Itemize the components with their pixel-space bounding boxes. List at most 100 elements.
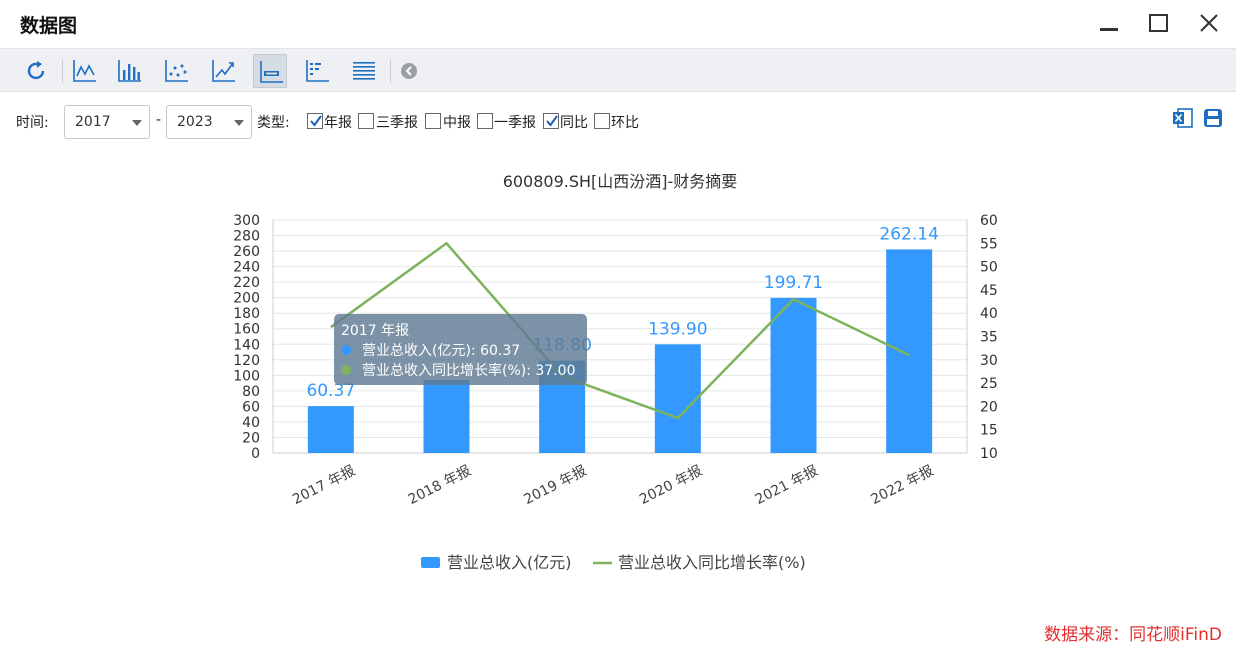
combo-chart: 600809.SH[山西汾酒]-财务摘要02040608010012014016… bbox=[233, 172, 998, 572]
data-source: 数据来源：同花顺iFinD bbox=[1044, 625, 1222, 645]
data-table-icon bbox=[306, 60, 329, 82]
from-year-select[interactable]: 2017 bbox=[64, 105, 150, 139]
legend-bar-swatch bbox=[421, 557, 440, 568]
chevron-left-circle-icon bbox=[401, 63, 417, 79]
left-axis-tick-label: 200 bbox=[233, 291, 260, 307]
option-label-q3: 三季报 bbox=[376, 115, 418, 131]
bar-chart-icon bbox=[118, 60, 141, 82]
collapse-button[interactable] bbox=[393, 54, 427, 88]
left-axis-tick-label: 0 bbox=[251, 446, 260, 462]
scatter-chart-button[interactable] bbox=[159, 54, 193, 88]
right-axis-tick-label: 35 bbox=[980, 330, 998, 346]
check-icon bbox=[310, 115, 322, 127]
checkbox-qoq[interactable] bbox=[594, 113, 610, 129]
left-axis-tick-label: 240 bbox=[233, 260, 260, 276]
chart-toolbar bbox=[0, 48, 1236, 92]
right-axis-tick-label: 30 bbox=[980, 353, 998, 369]
time-label: 时间: bbox=[16, 115, 49, 131]
left-axis-tick-label: 160 bbox=[233, 322, 260, 338]
revenue-bar bbox=[770, 297, 817, 453]
left-axis-tick-label: 280 bbox=[233, 229, 260, 245]
option-label-qoq: 环比 bbox=[611, 115, 639, 131]
maximize-icon bbox=[1149, 14, 1168, 32]
bar-chart-button[interactable] bbox=[112, 54, 146, 88]
chart-area: 600809.SH[山西汾酒]-财务摘要 0 20 40 60 80 100 120 140 16… bbox=[0, 152, 1236, 602]
line-chart-button[interactable] bbox=[67, 54, 101, 88]
trend-chart-icon bbox=[212, 60, 235, 82]
tooltip-row: 营业总收入(亿元): 60.37 bbox=[362, 343, 520, 359]
checkbox-annual[interactable] bbox=[307, 113, 323, 129]
x-axis-tick-label: 2019 年报 bbox=[521, 463, 589, 508]
checkbox-q1[interactable] bbox=[477, 113, 493, 129]
toolbar-separator bbox=[390, 59, 391, 83]
toolbar-separator bbox=[62, 59, 63, 83]
left-axis-tick-label: 60 bbox=[242, 399, 260, 415]
minimize-button[interactable] bbox=[1092, 8, 1126, 40]
x-axis-tick-label: 2018 年报 bbox=[406, 463, 474, 508]
tooltip-marker bbox=[341, 365, 351, 375]
chart-title: 600809.SH[山西汾酒]-财务摘要 bbox=[503, 172, 738, 191]
x-axis-tick-label: 2022 年报 bbox=[868, 463, 936, 508]
left-axis-tick-label: 100 bbox=[233, 368, 260, 384]
option-label-annual: 年报 bbox=[324, 115, 352, 131]
checkbox-interim[interactable] bbox=[425, 113, 441, 129]
close-button[interactable] bbox=[1192, 8, 1226, 40]
line-chart-icon bbox=[73, 60, 96, 82]
left-axis-tick-label: 40 bbox=[242, 415, 260, 431]
trend-chart-button[interactable] bbox=[206, 54, 240, 88]
combo-chart-icon bbox=[260, 61, 283, 83]
chevron-down-icon bbox=[132, 120, 142, 126]
left-axis-tick-label: 260 bbox=[233, 244, 260, 260]
excel-export-button[interactable] bbox=[1171, 106, 1195, 130]
left-axis-tick-label: 20 bbox=[242, 430, 260, 446]
filter-bar: 时间: 2017 - 2023 类型: 年报 三季报 中报 一季报 同比 环比 bbox=[0, 92, 1236, 152]
list-view-button[interactable] bbox=[346, 54, 380, 88]
bar-value-label: 139.90 bbox=[648, 319, 707, 339]
option-label-q1: 一季报 bbox=[494, 115, 536, 131]
x-axis-tick-label: 2017 年报 bbox=[290, 463, 358, 508]
minimize-icon bbox=[1100, 28, 1118, 31]
right-axis-tick-label: 40 bbox=[980, 306, 998, 322]
window-title: 数据图 bbox=[20, 15, 78, 37]
x-axis-tick-label: 2021 年报 bbox=[753, 463, 821, 508]
right-axis-tick-label: 55 bbox=[980, 236, 998, 252]
close-icon bbox=[1200, 14, 1218, 32]
bar-value-label: 199.71 bbox=[764, 273, 823, 293]
chevron-down-icon bbox=[234, 120, 244, 126]
left-axis-tick-label: 220 bbox=[233, 275, 260, 291]
right-axis-tick-label: 45 bbox=[980, 283, 998, 299]
list-view-icon bbox=[353, 62, 375, 80]
tooltip-marker bbox=[341, 345, 351, 355]
option-label-yoy: 同比 bbox=[560, 115, 588, 131]
left-axis-tick-label: 120 bbox=[233, 353, 260, 369]
type-label: 类型: bbox=[257, 115, 290, 131]
scatter-chart-icon bbox=[165, 60, 188, 82]
to-year-select[interactable]: 2023 bbox=[166, 105, 252, 139]
from-year-value: 2017 bbox=[75, 114, 111, 130]
refresh-button[interactable] bbox=[19, 54, 53, 88]
right-axis-tick-label: 20 bbox=[980, 399, 998, 415]
tooltip-row: 营业总收入同比增长率(%): 37.00 bbox=[362, 362, 575, 379]
title-bar: 数据图 bbox=[0, 0, 1236, 48]
data-chart-window: 数据图 时间: 2017 - 2023 类型: 年报 三季报 中报 一季报 同比… bbox=[0, 0, 1236, 650]
combo-chart-button[interactable] bbox=[253, 54, 287, 88]
left-axis-tick-label: 140 bbox=[233, 337, 260, 353]
left-axis-tick-label: 300 bbox=[233, 213, 260, 229]
excel-export-icon bbox=[1173, 108, 1193, 128]
maximize-button[interactable] bbox=[1142, 8, 1176, 40]
right-axis-tick-label: 50 bbox=[980, 260, 998, 276]
save-button[interactable] bbox=[1201, 106, 1225, 130]
save-icon bbox=[1204, 109, 1222, 127]
checkbox-yoy[interactable] bbox=[543, 113, 559, 129]
revenue-bar bbox=[886, 249, 933, 453]
refresh-icon bbox=[27, 61, 45, 80]
tooltip-title: 2017 年报 bbox=[341, 323, 409, 339]
data-table-button[interactable] bbox=[300, 54, 334, 88]
right-axis-tick-label: 25 bbox=[980, 376, 998, 392]
option-label-interim: 中报 bbox=[443, 115, 471, 131]
x-axis-tick-label: 2020 年报 bbox=[637, 463, 705, 508]
revenue-bar bbox=[654, 344, 701, 453]
checkbox-q3[interactable] bbox=[358, 113, 374, 129]
right-axis-tick-label: 10 bbox=[980, 446, 998, 462]
right-axis-tick-label: 15 bbox=[980, 423, 998, 439]
